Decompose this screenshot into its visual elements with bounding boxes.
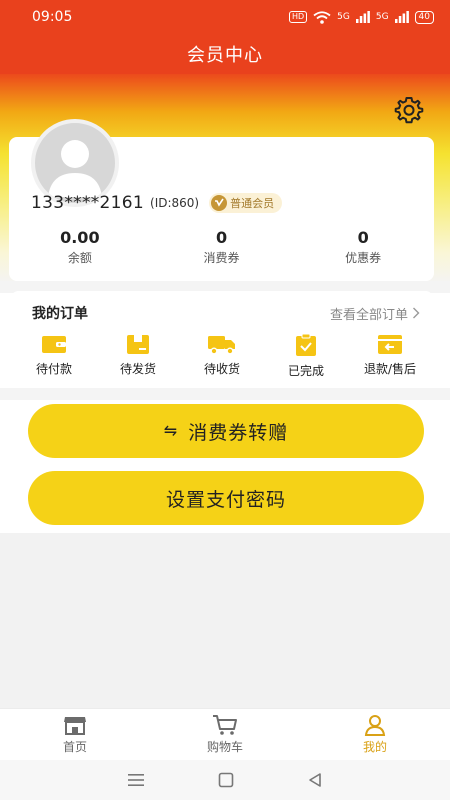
wallet-icon xyxy=(42,336,66,353)
order-pending-receipt[interactable]: 待收货 xyxy=(180,333,264,379)
signal-label-1: 5G xyxy=(337,12,350,22)
order-completed[interactable]: 已完成 xyxy=(264,333,348,379)
stat-vouchers[interactable]: 0 消费券 xyxy=(151,228,293,266)
tab-mine[interactable]: 我的 xyxy=(300,709,450,760)
orders-header: 我的订单 查看全部订单 xyxy=(32,303,420,323)
page-title-bar: 会员中心 xyxy=(0,34,450,74)
tab-cart-label: 购物车 xyxy=(206,740,243,754)
balance-value: 0.00 xyxy=(60,228,100,247)
tab-mine-label: 我的 xyxy=(362,740,387,754)
user-id: (ID:860) xyxy=(150,196,200,210)
status-time: 09:05 xyxy=(32,9,73,25)
chevron-right-icon xyxy=(413,307,420,319)
default-avatar-icon xyxy=(48,140,102,197)
member-level-label: 普通会员 xyxy=(230,197,275,210)
truck-icon xyxy=(208,336,235,355)
home-square-icon[interactable] xyxy=(218,772,234,788)
section-divider xyxy=(0,388,450,400)
system-nav-bar xyxy=(0,760,450,800)
tab-home[interactable]: 首页 xyxy=(0,709,150,760)
orders-card: 我的订单 查看全部订单 待付款 待发货 待收货 已完成 退款/售后 xyxy=(12,291,432,387)
order-pending-payment[interactable]: 待付款 xyxy=(12,333,96,379)
tab-cart[interactable]: 购物车 xyxy=(150,709,300,760)
user-phone: 133****2161 xyxy=(31,193,145,213)
set-payment-password-button[interactable]: 设置支付密码 xyxy=(28,471,424,525)
package-icon xyxy=(127,335,149,354)
voucher-transfer-button[interactable]: ⇋ 消费券转赠 xyxy=(28,404,424,458)
order-pending-shipment[interactable]: 待发货 xyxy=(96,333,180,379)
order-pending-receipt-label: 待收货 xyxy=(203,362,240,376)
member-level-badge: 普通会员 xyxy=(209,193,283,213)
tab-home-label: 首页 xyxy=(62,740,87,754)
empty-content-area xyxy=(0,533,450,708)
signal-icon xyxy=(394,11,409,23)
stat-coupons[interactable]: 0 优惠券 xyxy=(292,228,434,266)
clipboard-check-icon xyxy=(296,333,316,356)
coupons-label: 优惠券 xyxy=(345,251,382,265)
signal-icon xyxy=(355,11,370,23)
menu-icon[interactable] xyxy=(127,773,145,787)
order-completed-label: 已完成 xyxy=(287,364,324,378)
profile-card: 133****2161 (ID:860) 普通会员 0.00 余额 0 消费券 … xyxy=(9,119,434,281)
transfer-arrows-icon: ⇋ xyxy=(163,423,179,440)
stat-balance[interactable]: 0.00 余额 xyxy=(9,228,151,266)
view-all-label: 查看全部订单 xyxy=(329,307,408,323)
view-all-orders-link[interactable]: 查看全部订单 xyxy=(330,304,420,323)
stats-row: 0.00 余额 0 消费券 0 优惠券 xyxy=(9,228,434,266)
back-triangle-icon[interactable] xyxy=(307,772,323,788)
orders-title: 我的订单 xyxy=(32,306,88,322)
gear-icon xyxy=(394,97,424,124)
order-refund-aftersale-label: 退款/售后 xyxy=(363,362,417,376)
vouchers-label: 消费券 xyxy=(203,251,240,265)
bottom-tab-bar: 首页 购物车 我的 xyxy=(0,708,450,760)
coupons-value: 0 xyxy=(357,228,369,247)
refund-icon xyxy=(378,335,402,354)
store-icon xyxy=(64,717,86,735)
order-status-list: 待付款 待发货 待收货 已完成 退款/售后 xyxy=(12,333,432,379)
status-icons: HD 5G 5G 40 xyxy=(288,10,434,24)
battery-icon: 40 xyxy=(414,10,434,24)
user-icon xyxy=(364,715,386,736)
voucher-transfer-label: 消费券转赠 xyxy=(188,422,289,444)
set-payment-password-label: 设置支付密码 xyxy=(165,489,286,511)
cart-icon xyxy=(213,715,237,735)
order-refund-aftersale[interactable]: 退款/售后 xyxy=(348,333,432,379)
status-bar: 09:05 HD 5G 5G 40 xyxy=(0,0,450,34)
signal-label-2: 5G xyxy=(375,12,389,22)
settings-button[interactable] xyxy=(392,93,426,127)
vouchers-value: 0 xyxy=(215,228,228,247)
order-pending-payment-label: 待付款 xyxy=(35,362,72,376)
wifi-icon xyxy=(313,10,331,24)
vip-icon xyxy=(211,195,228,211)
page-title: 会员中心 xyxy=(187,45,263,66)
user-info-row: 133****2161 (ID:860) 普通会员 xyxy=(31,193,283,213)
hd-badge: HD xyxy=(288,11,308,23)
balance-label: 余额 xyxy=(67,251,92,265)
order-pending-shipment-label: 待发货 xyxy=(119,362,156,376)
